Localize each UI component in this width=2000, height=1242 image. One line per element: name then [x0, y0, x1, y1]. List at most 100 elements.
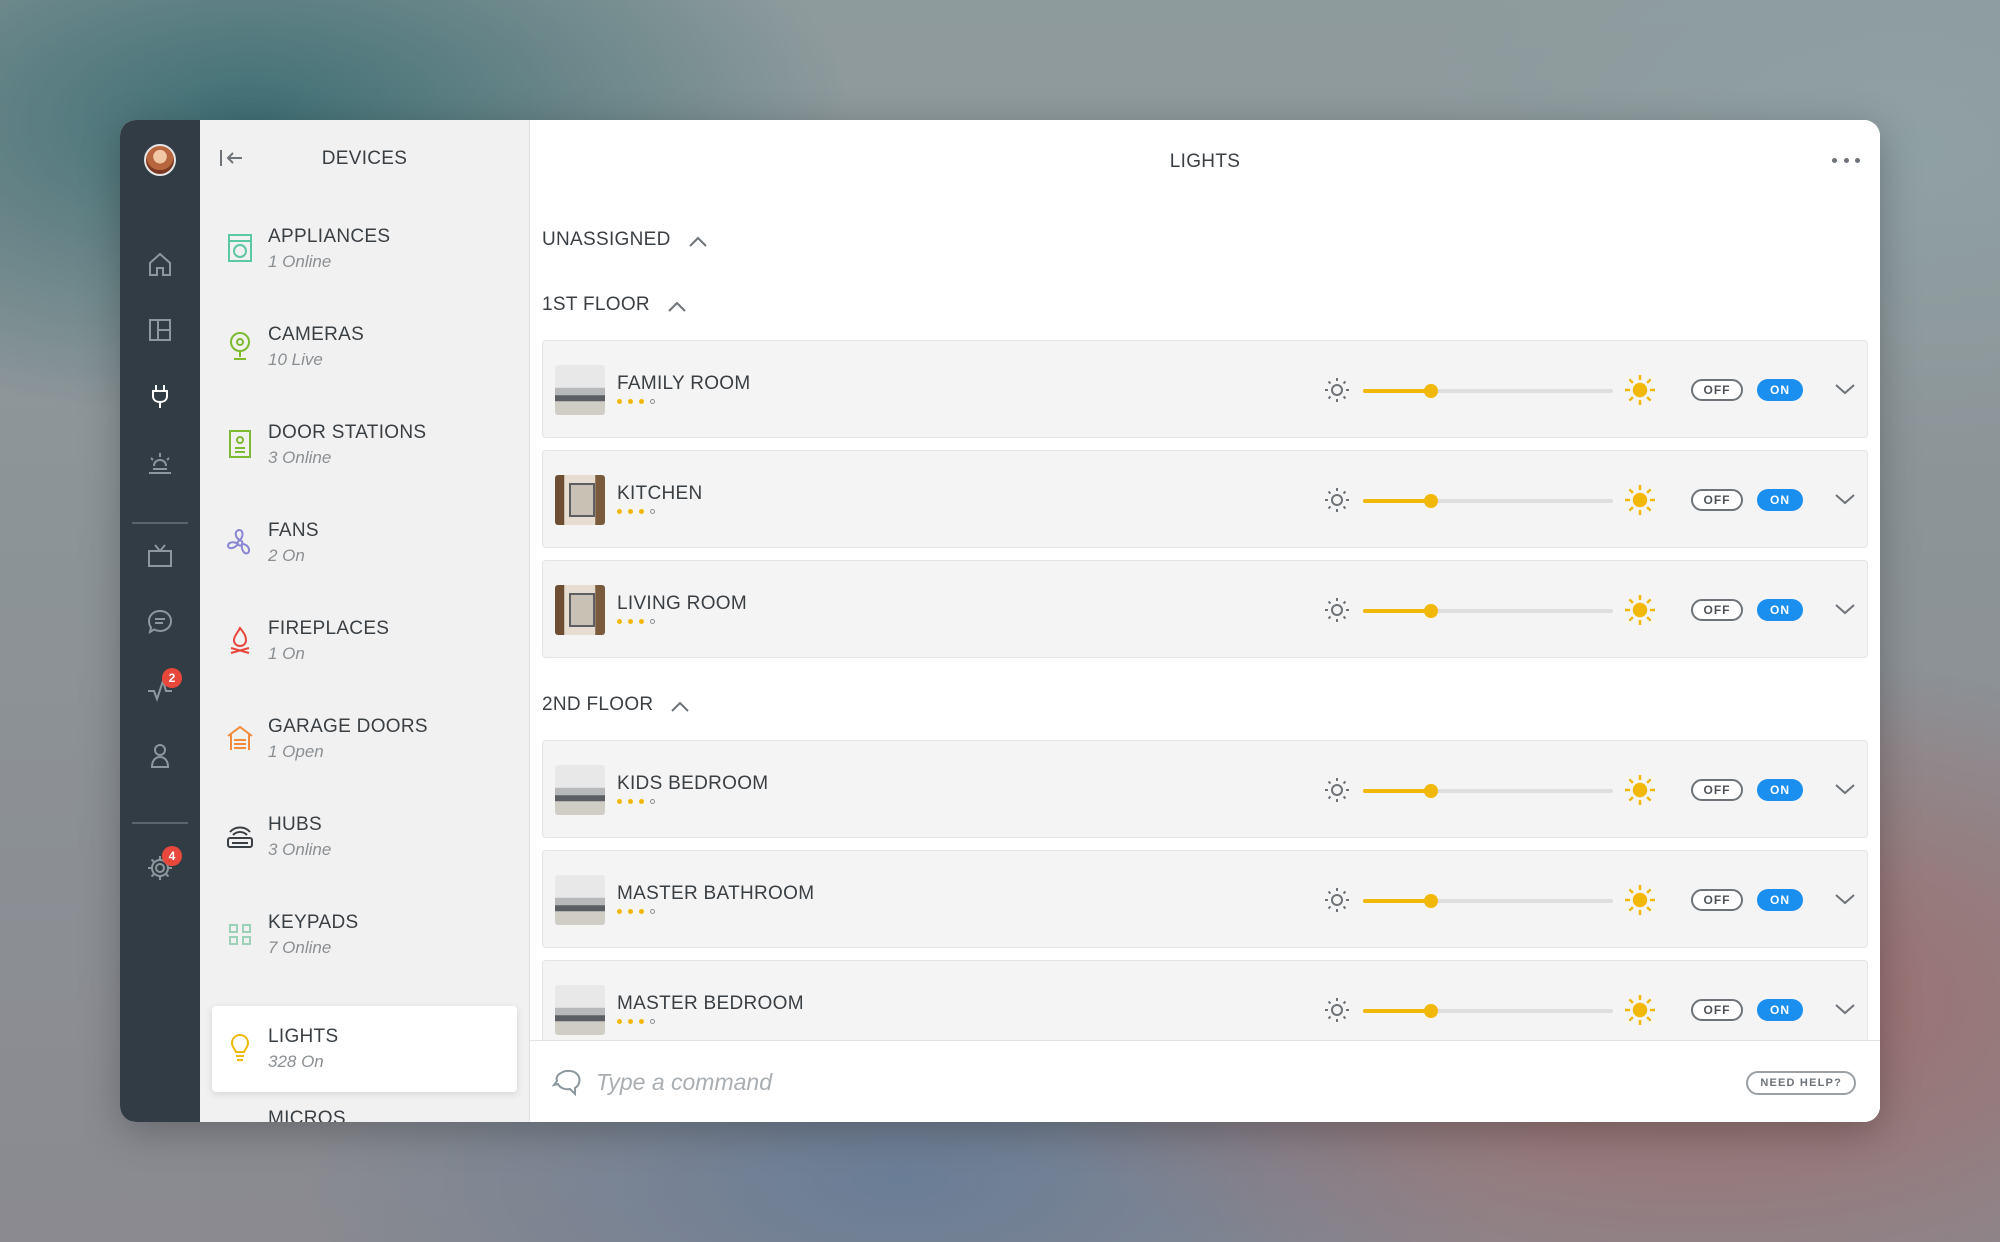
- on-button[interactable]: ON: [1757, 889, 1803, 911]
- slider-knob[interactable]: [1423, 784, 1438, 798]
- device-category-appliances[interactable]: APPLIANCES 1 Online: [212, 216, 517, 314]
- bright-sun-icon: [1623, 593, 1657, 627]
- hub-icon: [224, 818, 256, 854]
- slider-knob[interactable]: [1423, 894, 1438, 908]
- slider-knob[interactable]: [1423, 604, 1438, 618]
- device-category-status: 1 Online: [268, 252, 332, 271]
- device-category-name: LIGHTS: [268, 1026, 339, 1047]
- device-category-status: 3 Online: [268, 840, 332, 859]
- room-name: FAMILY ROOM: [617, 373, 751, 394]
- on-button[interactable]: ON: [1757, 489, 1803, 511]
- device-category-lights[interactable]: LIGHTS 328 On: [212, 1006, 517, 1092]
- bright-sun-icon: [1623, 993, 1657, 1027]
- rail-divider: [132, 522, 188, 524]
- slider-knob[interactable]: [1423, 1004, 1438, 1018]
- brightness-slider[interactable]: [1363, 384, 1613, 398]
- floorplan-icon[interactable]: [144, 314, 176, 346]
- chevron-down-icon[interactable]: [1833, 891, 1857, 907]
- user-icon[interactable]: [144, 740, 176, 772]
- command-bar: NEED HELP?: [530, 1040, 1880, 1122]
- device-category-status: 7 Online: [268, 938, 332, 957]
- group-title: 2ND FLOOR: [542, 694, 654, 715]
- chevron-down-icon[interactable]: [1833, 381, 1857, 397]
- group-header-2nd-floor[interactable]: 2ND FLOOR: [542, 670, 1868, 740]
- user-avatar[interactable]: [144, 144, 176, 176]
- activity-icon[interactable]: 2: [144, 668, 182, 706]
- plug-icon[interactable]: [144, 380, 176, 412]
- messages-icon[interactable]: [144, 606, 176, 638]
- device-category-status: 328 On: [268, 1052, 324, 1071]
- voice-bubble-icon[interactable]: [551, 1067, 584, 1097]
- off-button[interactable]: OFF: [1691, 999, 1743, 1021]
- device-category-garage-doors[interactable]: GARAGE DOORS 1 Open: [212, 706, 517, 804]
- brightness-slider[interactable]: [1363, 1004, 1613, 1018]
- off-button[interactable]: OFF: [1691, 379, 1743, 401]
- group-title: 1ST FLOOR: [542, 294, 650, 315]
- notifications-badge: 2: [162, 668, 182, 688]
- page-dots: [617, 619, 655, 624]
- chevron-down-icon[interactable]: [1833, 491, 1857, 507]
- fan-icon: [224, 524, 256, 560]
- scenes-sunrise-icon[interactable]: [144, 448, 176, 480]
- device-category-name: FIREPLACES: [268, 618, 390, 639]
- dim-sun-icon: [1323, 996, 1351, 1024]
- device-category-hubs[interactable]: HUBS 3 Online: [212, 804, 517, 902]
- brightness-slider[interactable]: [1363, 894, 1613, 908]
- on-button[interactable]: ON: [1757, 599, 1803, 621]
- slider-knob[interactable]: [1423, 494, 1438, 508]
- chevron-up-icon: [669, 698, 691, 712]
- dim-sun-icon: [1323, 376, 1351, 404]
- room-name: KIDS BEDROOM: [617, 773, 769, 794]
- off-button[interactable]: OFF: [1691, 489, 1743, 511]
- chevron-down-icon[interactable]: [1833, 601, 1857, 617]
- home-icon[interactable]: [144, 248, 176, 280]
- room-name: LIVING ROOM: [617, 593, 747, 614]
- on-button[interactable]: ON: [1757, 379, 1803, 401]
- device-category-fireplaces[interactable]: FIREPLACES 1 On: [212, 608, 517, 706]
- brightness-slider[interactable]: [1363, 494, 1613, 508]
- device-category-status: 10 Live: [268, 350, 323, 369]
- room-thumbnail: [555, 365, 605, 415]
- device-category-micros[interactable]: MICROS: [212, 1098, 517, 1122]
- devices-title: DEVICES: [321, 148, 408, 169]
- micros-icon: [224, 1112, 256, 1122]
- device-category-fans[interactable]: FANS 2 On: [212, 510, 517, 608]
- chevron-down-icon[interactable]: [1833, 1001, 1857, 1017]
- device-category-keypads[interactable]: KEYPADS 7 Online: [212, 902, 517, 1000]
- more-options-icon[interactable]: [1832, 150, 1860, 170]
- settings-badge: 4: [162, 846, 182, 866]
- room-thumbnail: [555, 985, 605, 1035]
- room-thumbnail: [555, 765, 605, 815]
- on-button[interactable]: ON: [1757, 999, 1803, 1021]
- room-name: MASTER BEDROOM: [617, 993, 804, 1014]
- off-button[interactable]: OFF: [1691, 779, 1743, 801]
- page-dots: [617, 509, 655, 514]
- room-row-kitchen: KITCHEN OFF ON: [542, 450, 1868, 548]
- room-row-master-bedroom: MASTER BEDROOM OFF ON: [542, 960, 1868, 1040]
- brightness-slider[interactable]: [1363, 604, 1613, 618]
- need-help-button[interactable]: NEED HELP?: [1746, 1071, 1856, 1095]
- off-button[interactable]: OFF: [1691, 599, 1743, 621]
- lights-main: LIGHTS UNASSIGNED 1ST FLOOR FAMILY ROOM …: [530, 120, 1880, 1122]
- device-category-name: MICROS: [268, 1108, 346, 1122]
- command-input[interactable]: [596, 1065, 1496, 1099]
- off-button[interactable]: OFF: [1691, 889, 1743, 911]
- slider-knob[interactable]: [1423, 384, 1438, 398]
- device-category-status: 3 Online: [268, 448, 332, 467]
- chevron-down-icon[interactable]: [1833, 781, 1857, 797]
- device-category-cameras[interactable]: CAMERAS 10 Live: [212, 314, 517, 412]
- keypad-icon: [224, 916, 256, 952]
- group-header-1st-floor[interactable]: 1ST FLOOR: [542, 270, 1868, 340]
- lights-content: UNASSIGNED 1ST FLOOR FAMILY ROOM OFF ON: [530, 200, 1880, 1040]
- device-category-door-stations[interactable]: DOOR STATIONS 3 Online: [212, 412, 517, 510]
- brightness-slider[interactable]: [1363, 784, 1613, 798]
- tv-icon[interactable]: [144, 540, 176, 572]
- room-row-living-room: LIVING ROOM OFF ON: [542, 560, 1868, 658]
- settings-gear-icon[interactable]: 4: [144, 846, 182, 884]
- device-category-name: CAMERAS: [268, 324, 365, 345]
- device-category-status: 2 On: [268, 546, 305, 565]
- group-header-unassigned[interactable]: UNASSIGNED: [542, 210, 1868, 270]
- bright-sun-icon: [1623, 373, 1657, 407]
- on-button[interactable]: ON: [1757, 779, 1803, 801]
- room-name: KITCHEN: [617, 483, 703, 504]
